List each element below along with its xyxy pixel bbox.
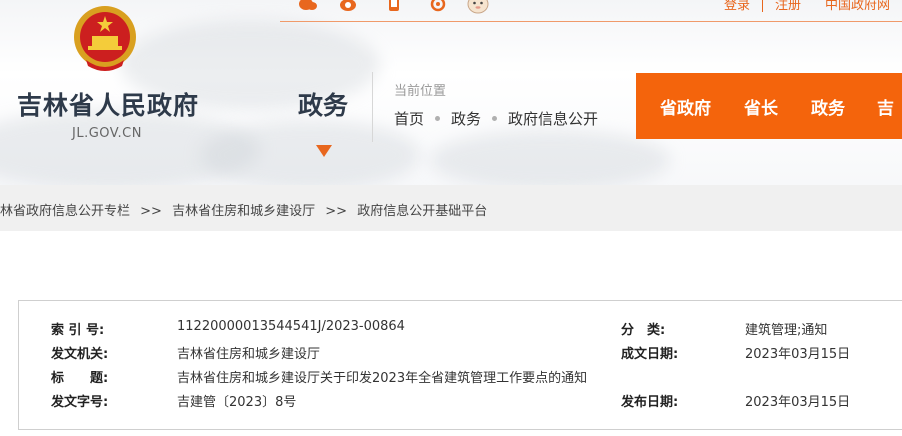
index-label: 索 引 号: <box>51 323 105 338</box>
nav-item-province-gov[interactable]: 省政府 <box>660 94 711 119</box>
dot-separator-icon <box>492 116 498 121</box>
category-value: 建筑管理;通知 <box>745 323 828 338</box>
nav-item-affairs[interactable]: 政务 <box>811 94 845 119</box>
breadcrumb-item-department[interactable]: 吉林省住房和城乡建设厅 <box>172 204 315 219</box>
breadcrumb-separator: >> <box>140 204 162 219</box>
info-row-docno: 发文字号: 吉建管〔2023〕8号 发布日期: 2023年03月15日 <box>19 391 902 413</box>
info-row-title: 标 题: 吉林省住房和城乡建设厅关于印发2023年全省建筑管理工作要点的通知 <box>19 367 902 389</box>
published-date-value: 2023年03月15日 <box>745 395 851 410</box>
top-links: 登录 注册 中国政府网 <box>712 0 902 13</box>
document-number-label: 发文字号: <box>51 395 109 410</box>
site-header: 登录 注册 中国政府网 吉林省人民政府 JL.GOV.CN 政务 当前位置 首页… <box>0 0 902 185</box>
accessibility-icon[interactable] <box>428 0 448 12</box>
title-label: 标 题: <box>51 371 109 386</box>
breadcrumb: 林省政府信息公开专栏 >> 吉林省住房和城乡建设厅 >> 政府信息公开基础平台 <box>0 200 487 219</box>
nav-item-jilin[interactable]: 吉 <box>877 94 894 119</box>
weibo-icon[interactable] <box>338 0 358 12</box>
breadcrumb-separator: >> <box>325 204 348 219</box>
location-breadcrumb: 首页 政务 政府信息公开 <box>394 108 598 129</box>
info-row-index: 索 引 号: 11220000013544541J/2023-00864 分 类… <box>19 319 902 341</box>
site-name[interactable]: 吉林省人民政府 <box>17 86 199 122</box>
dot-separator-icon <box>435 116 441 121</box>
mascot-icon[interactable] <box>466 0 490 14</box>
created-date-label: 成文日期: <box>621 347 679 362</box>
document-info-box: 索 引 号: 11220000013544541J/2023-00864 分 类… <box>18 300 902 430</box>
register-link[interactable]: 注册 <box>763 0 813 13</box>
created-date-value: 2023年03月15日 <box>745 347 851 362</box>
gov-portal-link[interactable]: 中国政府网 <box>813 0 902 13</box>
main-nav: 省政府 省长 政务 吉 <box>636 73 902 139</box>
location-crumb-affairs[interactable]: 政务 <box>451 108 481 129</box>
location-label: 当前位置 <box>394 84 447 99</box>
nav-item-governor[interactable]: 省长 <box>744 94 778 119</box>
weixin-icon[interactable] <box>298 0 318 12</box>
header-divider <box>372 72 373 142</box>
issuer-value: 吉林省住房和城乡建设厅 <box>177 347 321 362</box>
mobile-icon[interactable] <box>384 0 404 12</box>
login-link[interactable]: 登录 <box>712 0 762 13</box>
national-emblem-icon <box>74 6 136 71</box>
document-number-value: 吉建管〔2023〕8号 <box>177 395 297 410</box>
site-domain: JL.GOV.CN <box>72 126 142 141</box>
location-crumb-info-disclosure[interactable]: 政府信息公开 <box>508 108 598 129</box>
info-row-issuer: 发文机关: 吉林省住房和城乡建设厅 成文日期: 2023年03月15日 <box>19 343 902 365</box>
title-value: 吉林省住房和城乡建设厅关于印发2023年全省建筑管理工作要点的通知 <box>177 371 588 386</box>
section-arrow-icon <box>316 145 332 157</box>
published-date-label: 发布日期: <box>621 395 679 410</box>
section-title: 政务 <box>298 91 349 120</box>
location-crumb-home[interactable]: 首页 <box>394 108 424 129</box>
top-bar: 登录 注册 中国政府网 <box>280 0 902 22</box>
breadcrumb-item-column[interactable]: 林省政府信息公开专栏 <box>0 204 130 219</box>
issuer-label: 发文机关: <box>51 347 109 362</box>
breadcrumb-item-platform[interactable]: 政府信息公开基础平台 <box>357 204 487 219</box>
index-value: 11220000013544541J/2023-00864 <box>177 319 405 334</box>
breadcrumb-band: 林省政府信息公开专栏 >> 吉林省住房和城乡建设厅 >> 政府信息公开基础平台 <box>0 185 902 231</box>
category-label: 分 类: <box>621 323 666 338</box>
